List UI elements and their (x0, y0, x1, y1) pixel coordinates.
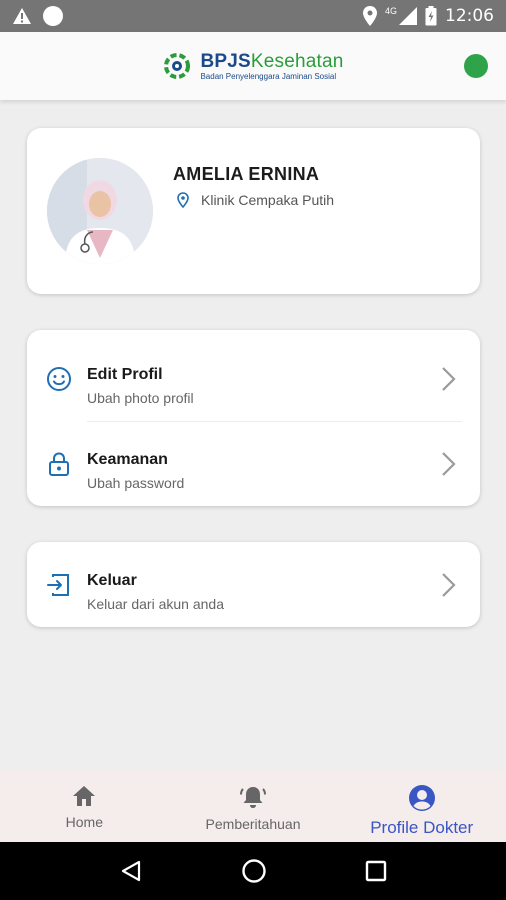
status-time: 12:06 (445, 6, 494, 26)
status-bar: 4G 12:06 (0, 0, 506, 32)
doctor-name: AMELIA ERNINA (173, 164, 320, 184)
menu-item-title: Keamanan (87, 451, 168, 468)
chevron-right-icon (442, 367, 456, 391)
lock-icon (49, 452, 69, 476)
warning-icon (13, 8, 31, 24)
record-icon (43, 6, 63, 26)
account-circle-icon (408, 785, 435, 811)
nav-label: Home (65, 814, 104, 830)
nav-home[interactable]: Home (0, 770, 169, 842)
menu-item-subtitle: Keluar dari akun anda (87, 596, 224, 612)
chevron-right-icon (442, 573, 456, 597)
clinic-location: Klinik Cempaka Putih (177, 192, 334, 208)
logout-icon (47, 574, 69, 596)
bell-icon (240, 787, 266, 808)
menu-item-title: Keluar (87, 572, 137, 589)
settings-menu-card: Edit Profil Ubah photo profil Keamanan U… (27, 330, 480, 506)
app-header: BPJSKesehatan Badan Penyelenggara Jamina… (0, 32, 506, 100)
logo-text-kesehatan: Kesehatan (250, 50, 344, 72)
back-icon[interactable] (119, 859, 143, 883)
doctor-photo (47, 158, 153, 264)
bottom-nav: Home Pemberitahuan Profile Dokter (0, 770, 506, 842)
clinic-name: Klinik Cempaka Putih (201, 192, 335, 208)
menu-item-keamanan[interactable]: Keamanan Ubah password (27, 421, 480, 507)
battery-icon (425, 6, 437, 26)
map-pin-icon (177, 192, 189, 208)
location-icon (362, 6, 377, 26)
menu-item-title: Edit Profil (87, 366, 163, 383)
bpjs-emblem-icon (164, 53, 191, 79)
online-status-dot (464, 54, 488, 78)
smile-icon (47, 367, 71, 391)
home-icon (73, 786, 96, 806)
menu-item-subtitle: Ubah password (87, 475, 185, 491)
signal-icon (399, 7, 417, 25)
profile-card: AMELIA ERNINA Klinik Cempaka Putih (27, 128, 480, 294)
nav-label: Pemberitahuan (205, 816, 301, 832)
menu-item-edit-profil[interactable]: Edit Profil Ubah photo profil (27, 336, 480, 422)
home-circle-icon[interactable] (241, 858, 267, 884)
nav-pemberitahuan[interactable]: Pemberitahuan (169, 770, 338, 842)
bpjs-logo: BPJSKesehatan Badan Penyelenggara Jamina… (162, 51, 343, 81)
avatar (47, 158, 153, 264)
chevron-right-icon (442, 452, 456, 476)
logo-subtitle: Badan Penyelenggara Jaminan Sosial (200, 71, 337, 81)
nav-label: Profile Dokter (370, 818, 474, 837)
logo-text-bpjs: BPJS (200, 50, 251, 72)
recents-icon[interactable] (365, 860, 387, 882)
network-type: 4G (384, 6, 397, 16)
logout-card: Keluar Keluar dari akun anda (27, 542, 480, 627)
system-navigation-bar (0, 842, 506, 900)
menu-item-keluar[interactable]: Keluar Keluar dari akun anda (27, 542, 480, 628)
nav-profile-dokter[interactable]: Profile Dokter (337, 770, 506, 842)
menu-item-subtitle: Ubah photo profil (87, 390, 194, 406)
